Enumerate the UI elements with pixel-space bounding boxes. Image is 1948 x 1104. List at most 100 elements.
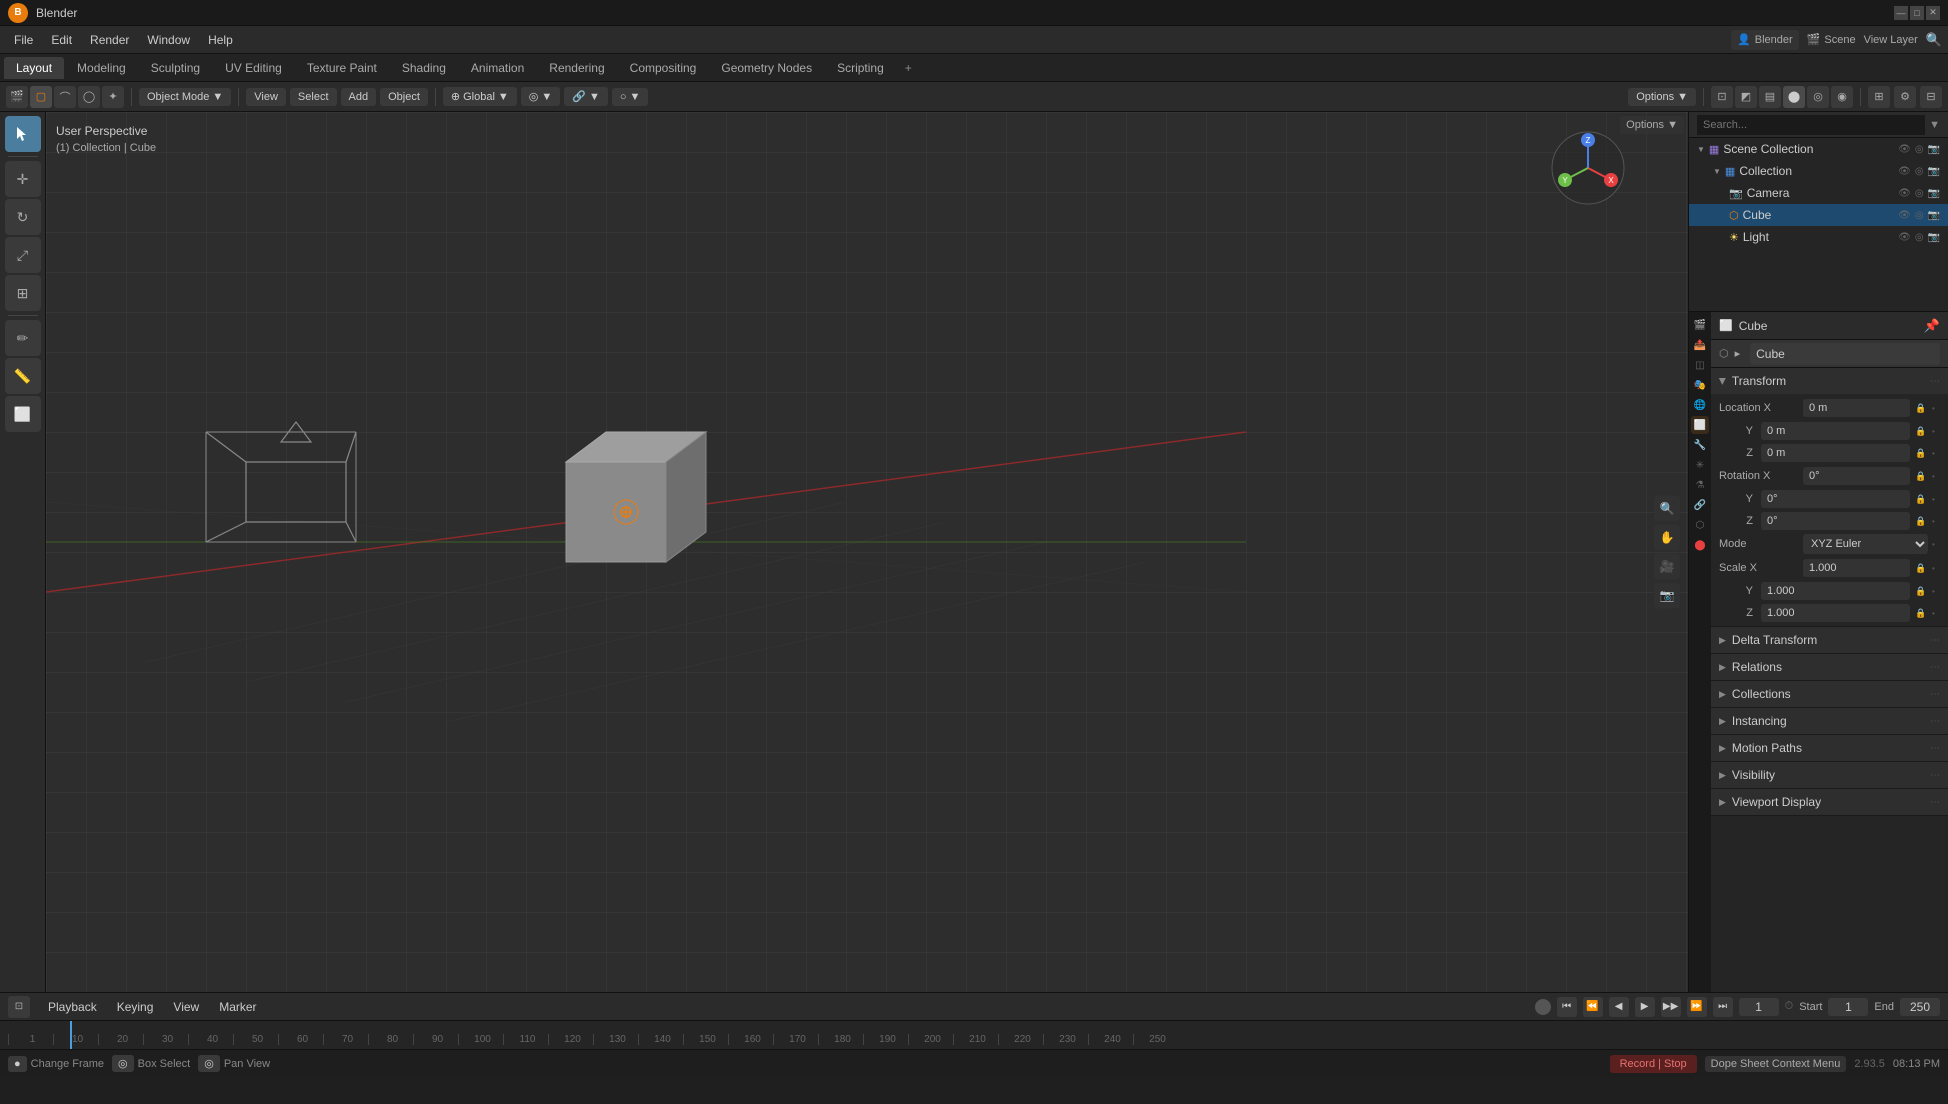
scale-z-lock[interactable]: 🔒 — [1914, 606, 1928, 620]
scale-x-dot[interactable]: • — [1932, 564, 1940, 572]
viewport-display-header[interactable]: ▶ Viewport Display ⋯ — [1711, 789, 1948, 815]
add-menu[interactable]: Add — [341, 88, 377, 106]
transform-section-header[interactable]: ▶ Transform ⋯ — [1711, 368, 1948, 394]
transform-tool[interactable]: ⊞ — [5, 275, 41, 311]
gizmo-toggle[interactable]: ⊡ — [1711, 86, 1733, 108]
keying-menu[interactable]: Keying — [109, 997, 162, 1017]
tab-scripting[interactable]: Scripting — [825, 57, 896, 79]
search-button[interactable]: 🔍 — [1926, 32, 1942, 48]
scale-tool[interactable]: ⤢ — [5, 237, 41, 273]
cam-eye-icon[interactable]: 👁 — [1898, 188, 1911, 199]
camera-view-btn[interactable]: 📷 — [1654, 583, 1680, 609]
scene-eye-icon[interactable]: 👁 — [1898, 144, 1911, 155]
menu-help[interactable]: Help — [200, 30, 241, 50]
rotation-mode-select[interactable]: XYZ Euler XZY Euler YXZ Euler Quaternion — [1803, 534, 1928, 554]
scene-tab-icon[interactable]: 🎭 — [1691, 376, 1709, 394]
playback-menu[interactable]: Playback — [40, 997, 105, 1017]
step-back-btn[interactable]: ◀ — [1609, 997, 1629, 1017]
scene-settings-icon[interactable]: ⚙ — [1894, 86, 1916, 108]
visibility-header[interactable]: ▶ Visibility ⋯ — [1711, 762, 1948, 788]
mode-dot[interactable]: • — [1932, 540, 1940, 548]
pan-btn[interactable]: ✋ — [1654, 525, 1680, 551]
minimize-button[interactable]: — — [1894, 6, 1908, 20]
object-mode-dropdown[interactable]: Object Mode ▼ — [139, 88, 231, 106]
outliner-item-camera[interactable]: 📷 Camera 👁 ◎ 📷 — [1689, 182, 1948, 204]
rotation-y-dot[interactable]: • — [1932, 495, 1940, 503]
scale-z-dot[interactable]: • — [1932, 609, 1940, 617]
menu-window[interactable]: Window — [139, 30, 198, 50]
object-data-name[interactable]: Cube — [1750, 343, 1940, 365]
light-eye-icon[interactable]: 👁 — [1898, 232, 1911, 243]
outliner-item-cube[interactable]: ⬡ Cube 👁 ◎ 📷 — [1689, 204, 1948, 226]
play-btn[interactable]: ▶ — [1635, 997, 1655, 1017]
location-x-value[interactable]: 0 m — [1803, 399, 1910, 417]
coll-eye-icon[interactable]: 👁 — [1898, 166, 1911, 177]
rotation-y-value[interactable]: 0° — [1761, 490, 1910, 508]
tab-texture-paint[interactable]: Texture Paint — [295, 57, 389, 79]
collections-header[interactable]: ▶ Collections ⋯ — [1711, 681, 1948, 707]
move-tool[interactable]: ✛ — [5, 161, 41, 197]
filter-icon[interactable]: ⊟ — [1920, 86, 1942, 108]
tab-layout[interactable]: Layout — [4, 57, 64, 79]
snap-toggle[interactable]: 🔗 ▼ — [564, 87, 608, 106]
transform-orientation[interactable]: ⊕ Global ▼ — [443, 87, 517, 106]
scale-y-dot[interactable]: • — [1932, 587, 1940, 595]
tab-shading[interactable]: Shading — [390, 57, 458, 79]
tab-animation[interactable]: Animation — [459, 57, 536, 79]
add-cube-tool[interactable]: ⬜ — [5, 396, 41, 432]
record-indicator[interactable] — [1535, 999, 1551, 1015]
modifier-tab-icon[interactable]: 🔧 — [1691, 436, 1709, 454]
location-y-lock[interactable]: 🔒 — [1914, 424, 1928, 438]
overlay-toggle[interactable]: ◩ — [1735, 86, 1757, 108]
proportional-edit[interactable]: ○ ▼ — [612, 88, 649, 106]
timeline-type-icon[interactable]: ⊡ — [8, 996, 30, 1018]
xray-toggle[interactable]: ▤ — [1759, 86, 1781, 108]
world-tab-icon[interactable]: 🌐 — [1691, 396, 1709, 414]
location-z-value[interactable]: 0 m — [1761, 444, 1910, 462]
view-menu-tl[interactable]: View — [165, 997, 207, 1017]
outliner-search[interactable] — [1697, 115, 1925, 135]
annotate-tool[interactable]: ✏ — [5, 320, 41, 356]
tab-geometry-nodes[interactable]: Geometry Nodes — [709, 57, 824, 79]
scene-select-icon[interactable]: ◎ — [1915, 144, 1924, 155]
rotation-z-dot[interactable]: • — [1932, 517, 1940, 525]
cube-eye-icon[interactable]: 👁 — [1898, 210, 1911, 221]
pivot-point[interactable]: ◎ ▼ — [521, 87, 561, 106]
material-tab-icon[interactable]: ⬤ — [1691, 536, 1709, 554]
outliner-item-collection[interactable]: ▼ ▦ Collection 👁 ◎ 📷 — [1689, 160, 1948, 182]
scale-z-value[interactable]: 1.000 — [1761, 604, 1910, 622]
delta-transform-header[interactable]: ▶ Delta Transform ⋯ — [1711, 627, 1948, 653]
object-tab-icon[interactable]: ⬜ — [1691, 416, 1709, 434]
scene-selector[interactable]: 🎬 Scene — [1807, 33, 1856, 46]
rotation-z-lock[interactable]: 🔒 — [1914, 514, 1928, 528]
editor-type-icon[interactable]: ⊞ — [1868, 86, 1890, 108]
outliner-item-light[interactable]: ☀ Light 👁 ◎ 📷 — [1689, 226, 1948, 248]
navigation-gizmo[interactable]: Z X Y — [1548, 128, 1628, 208]
coll-select-icon[interactable]: ◎ — [1915, 166, 1924, 177]
rotate-tool[interactable]: ↻ — [5, 199, 41, 235]
physics-tab-icon[interactable]: ⚗ — [1691, 476, 1709, 494]
rotation-z-value[interactable]: 0° — [1761, 512, 1910, 530]
scale-y-value[interactable]: 1.000 — [1761, 582, 1910, 600]
jump-end-btn[interactable]: ⏭ — [1713, 997, 1733, 1017]
measure-tool[interactable]: 📏 — [5, 358, 41, 394]
relations-header[interactable]: ▶ Relations ⋯ — [1711, 654, 1948, 680]
end-frame-display[interactable]: 250 — [1900, 998, 1940, 1016]
rotation-x-lock[interactable]: 🔒 — [1914, 469, 1928, 483]
tweak-select-icon[interactable]: ✦ — [102, 86, 124, 108]
scene-render-icon[interactable]: 📷 — [1928, 144, 1940, 155]
outliner-filter-icon[interactable]: ▼ — [1929, 119, 1940, 131]
light-select-icon[interactable]: ◎ — [1915, 232, 1924, 243]
tab-compositing[interactable]: Compositing — [618, 57, 709, 79]
viewport-shading-solid[interactable]: ⬤ — [1783, 86, 1805, 108]
step-forward-btn[interactable]: ▶▶ — [1661, 997, 1681, 1017]
scale-x-value[interactable]: 1.000 — [1803, 559, 1910, 577]
circle-select-icon[interactable]: ◯ — [78, 86, 100, 108]
scale-y-lock[interactable]: 🔒 — [1914, 584, 1928, 598]
location-z-dot[interactable]: • — [1932, 449, 1940, 457]
pin-button[interactable]: 📌 — [1924, 318, 1940, 334]
tab-rendering[interactable]: Rendering — [537, 57, 616, 79]
start-frame-display[interactable]: 1 — [1828, 998, 1868, 1016]
current-frame-display[interactable]: 1 — [1739, 998, 1779, 1016]
motion-paths-header[interactable]: ▶ Motion Paths ⋯ — [1711, 735, 1948, 761]
